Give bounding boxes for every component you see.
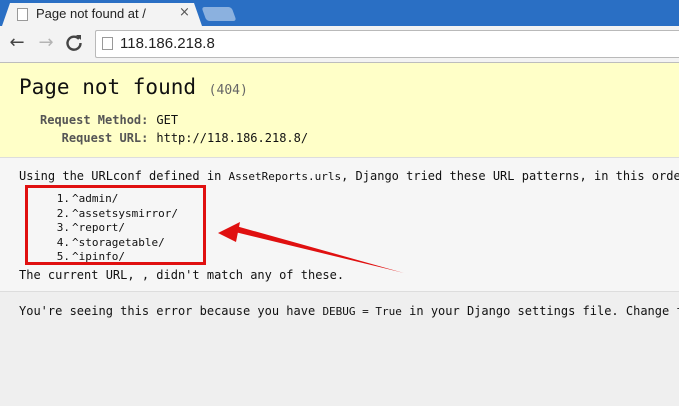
urlconf-intro-after: , Django tried these URL patterns, in th… bbox=[341, 169, 679, 183]
request-method-row: Request Method: GET bbox=[40, 113, 308, 131]
urlconf-intro: Using the URLconf defined in AssetReport… bbox=[19, 169, 679, 183]
urlconf-intro-before: Using the URLconf defined in bbox=[19, 169, 229, 183]
address-bar[interactable]: 118.186.218.8 bbox=[95, 30, 679, 58]
tab-active[interactable]: Page not found at / × bbox=[2, 3, 202, 26]
browser-toolbar: ← → 118.186.218.8 bbox=[0, 26, 679, 63]
request-url-row: Request URL: http://118.186.218.8/ bbox=[40, 131, 308, 149]
back-arrow-icon[interactable]: ← bbox=[7, 33, 27, 53]
new-tab-button[interactable] bbox=[201, 7, 237, 21]
page-title-text: Page not found bbox=[19, 75, 197, 99]
request-meta-table: Request Method: GET Request URL: http://… bbox=[40, 113, 308, 149]
document-icon bbox=[17, 8, 28, 21]
tab-title: Page not found at / bbox=[36, 6, 146, 21]
request-url-value: http://118.186.218.8/ bbox=[156, 131, 309, 145]
debug-explanation-before: You're seeing this error because you hav… bbox=[19, 304, 323, 318]
close-icon[interactable]: × bbox=[179, 5, 190, 20]
debug-explanation-text: You're seeing this error because you hav… bbox=[19, 304, 679, 318]
no-match-message: The current URL, , didn't match any of t… bbox=[19, 268, 345, 282]
request-method-value: GET bbox=[156, 113, 179, 127]
reload-icon-graphic bbox=[66, 35, 82, 51]
error-summary: Page not found (404) Request Method: GET… bbox=[0, 63, 679, 158]
debug-setting-code: DEBUG = True bbox=[322, 305, 402, 318]
urlconf-name: AssetReports.urls bbox=[228, 170, 342, 183]
status-code: (404) bbox=[208, 83, 248, 98]
page-icon bbox=[102, 37, 113, 50]
forward-arrow-icon[interactable]: → bbox=[36, 33, 56, 53]
tab-strip: Page not found at / × bbox=[0, 0, 679, 26]
request-url-label: Request URL: bbox=[61, 131, 149, 145]
request-method-label: Request Method: bbox=[40, 113, 149, 127]
page-title: Page not found (404) bbox=[19, 75, 248, 99]
debug-explanation-after: in your Django settings file. Change tha… bbox=[401, 304, 679, 318]
annotation-highlight-box bbox=[25, 185, 206, 265]
address-bar-url[interactable]: 118.186.218.8 bbox=[120, 35, 215, 52]
reload-icon[interactable] bbox=[64, 33, 84, 53]
debug-explanation: You're seeing this error because you hav… bbox=[0, 292, 679, 406]
